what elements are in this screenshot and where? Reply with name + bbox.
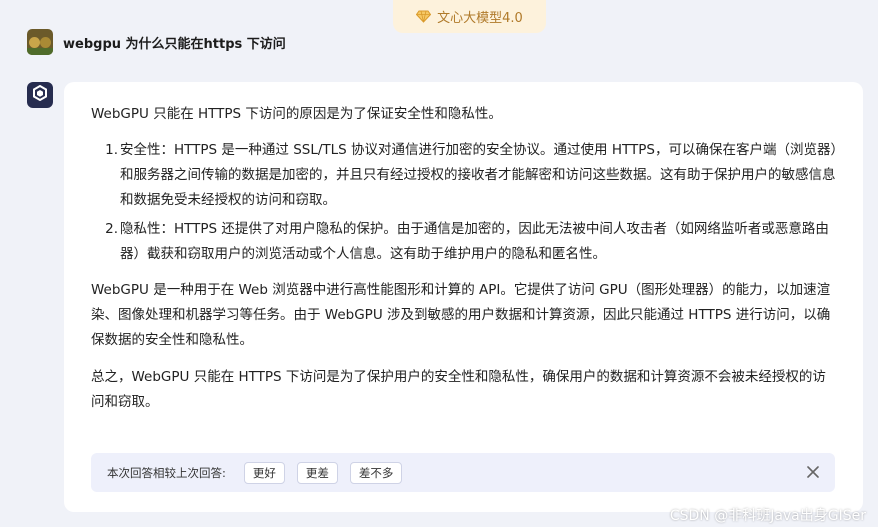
list-item-number: 1. — [105, 142, 118, 158]
model-version-label: 文心大模型4.0 — [437, 11, 523, 26]
answer-paragraph: WebGPU 是一种用于在 Web 浏览器中进行高性能图形和计算的 API。它提… — [91, 282, 831, 348]
answer-intro: WebGPU 只能在 HTTPS 下访问的原因是为了保证安全性和隐私性。 — [91, 106, 502, 122]
user-question-text: webgpu 为什么只能在https 下访问 — [63, 36, 286, 52]
list-item-number: 2. — [105, 221, 118, 237]
feedback-label: 本次回答相较上次回答: — [107, 465, 226, 480]
model-version-badge[interactable]: 文心大模型4.0 — [393, 0, 546, 33]
list-item-text: 隐私性：HTTPS 还提供了对用户隐私的保护。由于通信是加密的，因此无法被中间人… — [120, 221, 829, 262]
feedback-bar: 本次回答相较上次回答: 更好 更差 差不多 — [91, 453, 835, 492]
answer-card: WebGPU 只能在 HTTPS 下访问的原因是为了保证安全性和隐私性。 1. … — [64, 82, 863, 512]
answer-body: WebGPU 只能在 HTTPS 下访问的原因是为了保证安全性和隐私性。 1. … — [91, 102, 839, 415]
feedback-worse-button[interactable]: 更差 — [296, 461, 338, 484]
watermark: CSDN @非科班Java出身GISer — [669, 508, 866, 524]
close-icon[interactable] — [805, 464, 821, 480]
user-avatar — [27, 29, 53, 55]
list-item: 1. 安全性：HTTPS 是一种通过 SSL/TLS 协议对通信进行加密的安全协… — [91, 138, 839, 213]
feedback-better-button[interactable]: 更好 — [243, 461, 285, 484]
ernie-bot-logo-icon — [32, 84, 48, 105]
user-message: webgpu 为什么只能在https 下访问 — [27, 29, 286, 55]
bot-avatar — [27, 82, 53, 108]
list-item: 2. 隐私性：HTTPS 还提供了对用户隐私的保护。由于通信是加密的，因此无法被… — [91, 217, 839, 267]
list-item-text: 安全性：HTTPS 是一种通过 SSL/TLS 协议对通信进行加密的安全协议。通… — [120, 142, 838, 208]
answer-list: 1. 安全性：HTTPS 是一种通过 SSL/TLS 协议对通信进行加密的安全协… — [91, 138, 839, 267]
diamond-icon — [416, 10, 432, 23]
answer-conclusion: 总之，WebGPU 只能在 HTTPS 下访问是为了保护用户的安全性和隐私性，确… — [91, 369, 826, 410]
feedback-same-button[interactable]: 差不多 — [349, 461, 403, 484]
